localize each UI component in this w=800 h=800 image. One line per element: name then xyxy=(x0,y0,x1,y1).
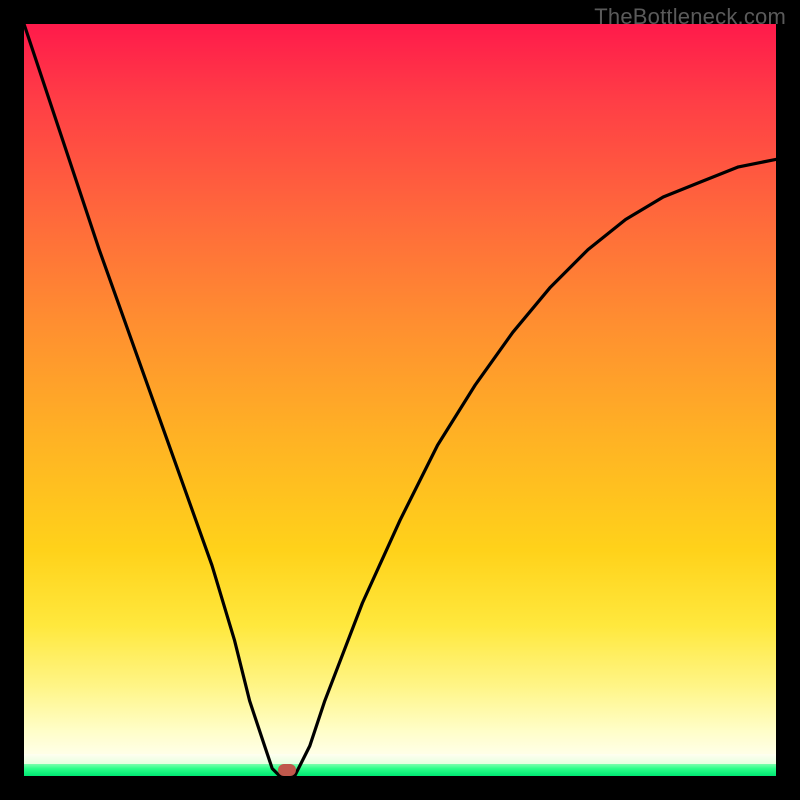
watermark-text: TheBottleneck.com xyxy=(594,4,786,30)
curve-path xyxy=(24,24,776,776)
plot-area xyxy=(24,24,776,776)
optimal-point-marker xyxy=(278,764,296,776)
bottleneck-curve xyxy=(24,24,776,776)
chart-frame: TheBottleneck.com xyxy=(0,0,800,800)
